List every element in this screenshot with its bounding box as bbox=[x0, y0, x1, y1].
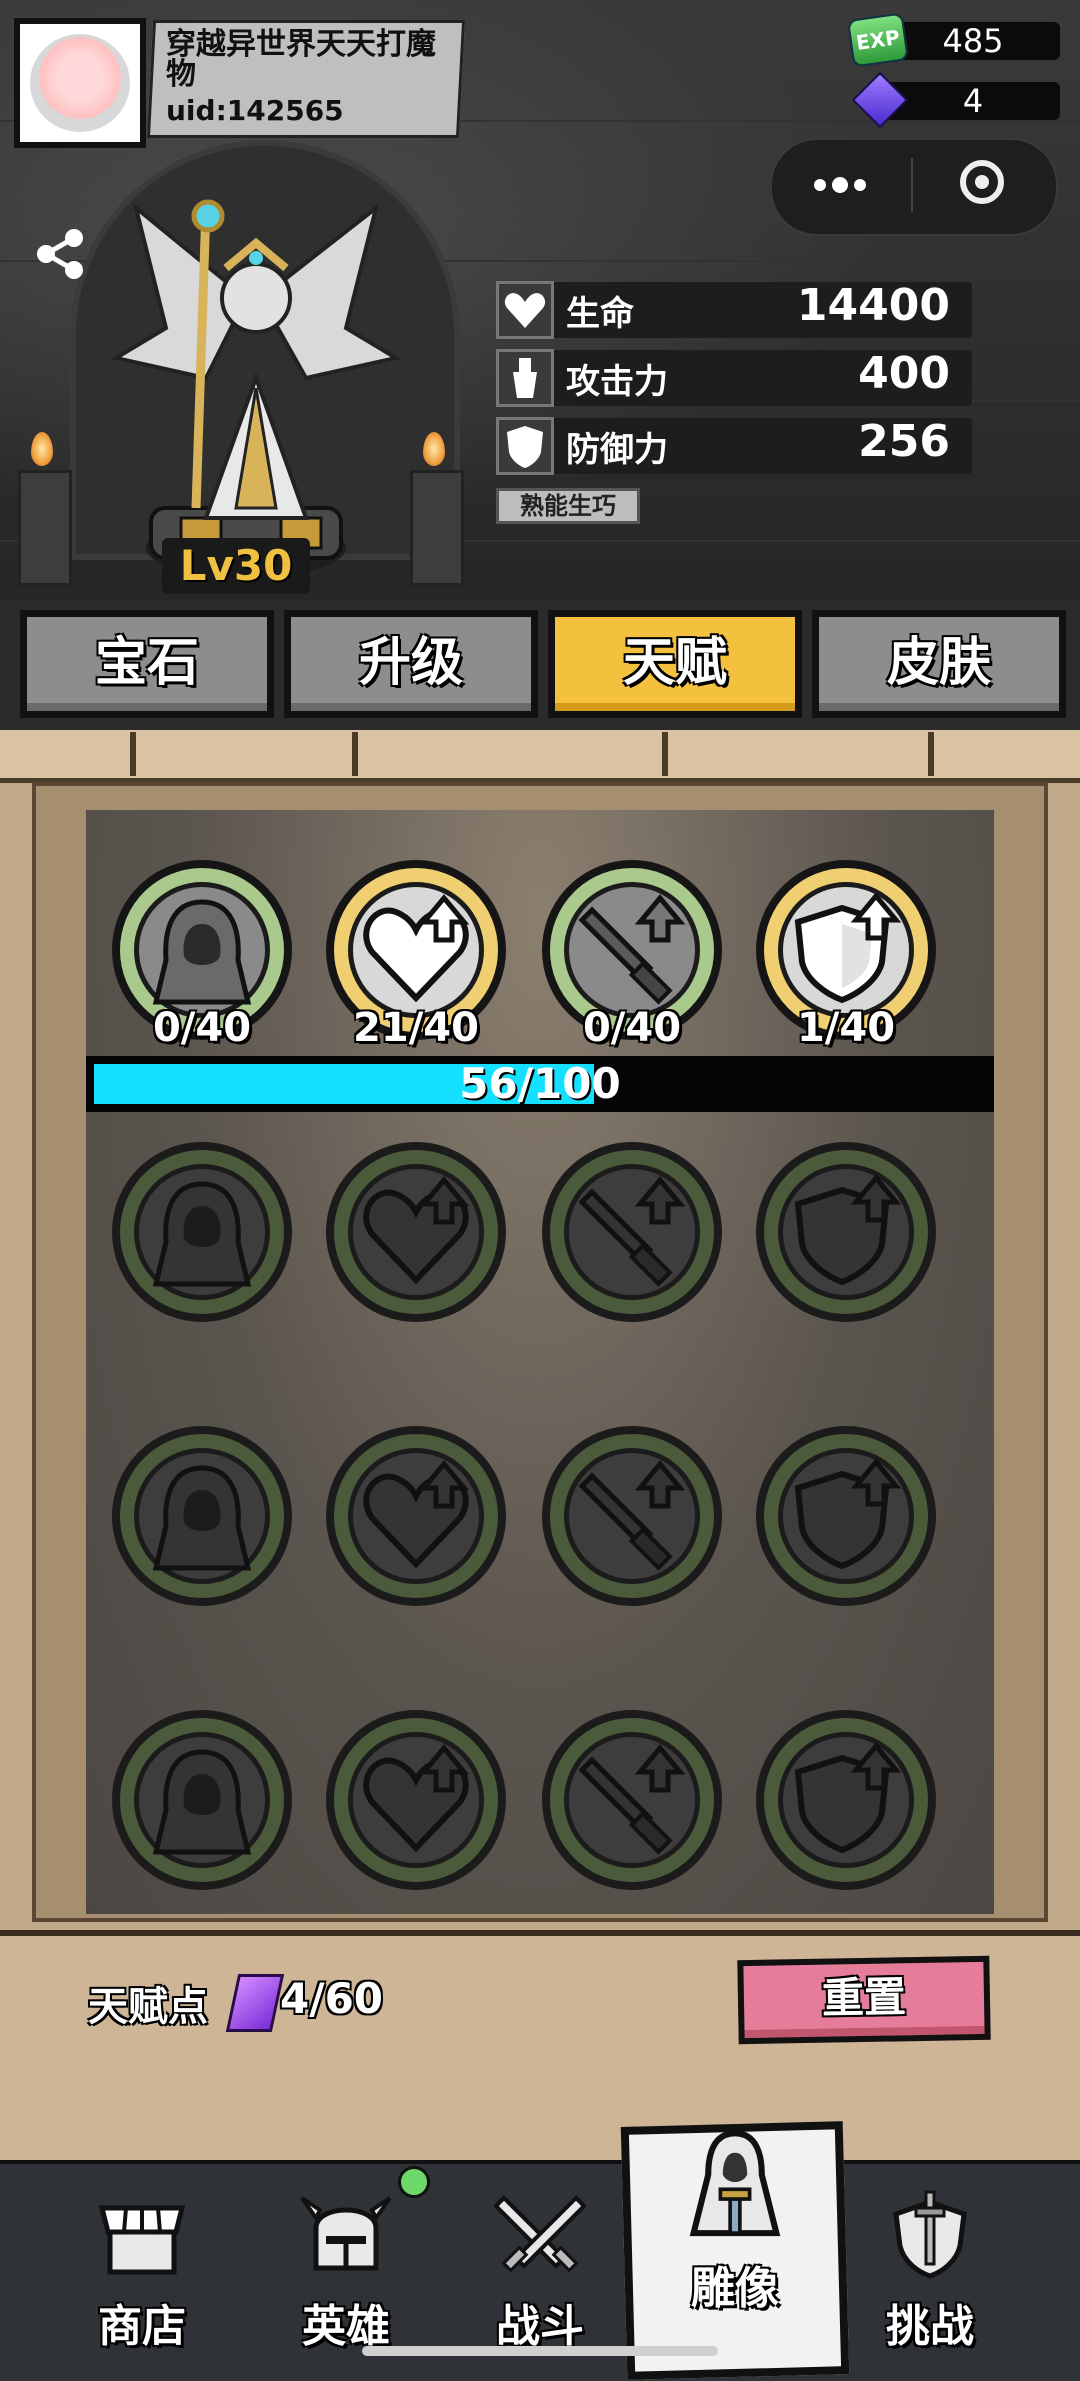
shield-up-icon bbox=[794, 1458, 902, 1570]
exp-value: 485 bbox=[942, 22, 1004, 60]
tab-skins[interactable]: 皮肤 bbox=[812, 610, 1066, 718]
hooded-figure-icon bbox=[152, 899, 252, 1005]
shield-sword-icon bbox=[893, 2190, 967, 2279]
player-avatar[interactable] bbox=[14, 18, 146, 148]
defense-label: 防御力 bbox=[566, 430, 668, 470]
helmet-icon bbox=[300, 2196, 392, 2271]
talent-node-locked[interactable] bbox=[112, 1142, 292, 1322]
miniprogram-capsule bbox=[770, 138, 1058, 236]
tab-upgrade[interactable]: 升级 bbox=[284, 610, 538, 718]
talent-node-locked[interactable] bbox=[542, 1710, 722, 1890]
left-flame-icon bbox=[31, 432, 53, 466]
talent-count: 21/40 bbox=[353, 1005, 479, 1051]
stone-ledge bbox=[0, 730, 1080, 783]
angel-statue bbox=[110, 199, 402, 578]
heart-up-icon bbox=[363, 1744, 470, 1853]
player-name: 穿越异世界天天打魔物 bbox=[166, 27, 436, 92]
talent-count: 1/40 bbox=[796, 1005, 896, 1051]
nav-label: 雕像 bbox=[691, 2263, 779, 2314]
talent-node-locked[interactable] bbox=[756, 1142, 936, 1322]
talent-node-locked[interactable] bbox=[542, 1142, 722, 1322]
nav-heroes[interactable]: 英雄 bbox=[256, 2170, 436, 2370]
skill-tag[interactable]: 熟能生巧 bbox=[496, 488, 640, 524]
attack-label: 攻击力 bbox=[566, 362, 668, 402]
left-torch-pillar bbox=[18, 470, 72, 586]
crossed-swords-icon bbox=[494, 2195, 586, 2273]
shop-icon bbox=[98, 2205, 186, 2275]
sword-up-icon bbox=[578, 1176, 686, 1287]
tab-talent[interactable]: 天赋 bbox=[548, 610, 802, 718]
talent-node-locked[interactable] bbox=[326, 1710, 506, 1890]
sword-up-icon bbox=[578, 894, 686, 1005]
talent-points-value: 4/60 bbox=[280, 1974, 384, 2023]
reset-button[interactable]: 重置 bbox=[737, 1955, 991, 2045]
hooded-figure-icon bbox=[152, 1465, 252, 1571]
tab-gems[interactable]: 宝石 bbox=[20, 610, 274, 718]
shield-up-icon bbox=[794, 1174, 902, 1286]
attack-value: 400 bbox=[858, 348, 950, 399]
talent-node-locked[interactable] bbox=[326, 1426, 506, 1606]
sheep-avatar-icon bbox=[30, 34, 130, 132]
talent-node-locked[interactable] bbox=[112, 1710, 292, 1890]
talent-points-label: 天赋点 bbox=[88, 1984, 208, 2030]
nav-challenge[interactable]: 挑战 bbox=[840, 2170, 1020, 2370]
talent-count: 0/40 bbox=[152, 1005, 252, 1051]
sword-up-icon bbox=[578, 1460, 686, 1571]
share-icon[interactable] bbox=[28, 222, 92, 286]
home-indicator bbox=[362, 2346, 718, 2356]
statue-level-badge: Lv30 bbox=[162, 538, 310, 594]
heart-icon bbox=[496, 281, 554, 339]
nav-shop[interactable]: 商店 bbox=[52, 2170, 232, 2370]
talent-node-locked[interactable] bbox=[326, 1142, 506, 1322]
talent-progress-text: 56/100 bbox=[459, 1059, 621, 1108]
heroes-notification-badge bbox=[398, 2166, 430, 2198]
statue-icon bbox=[689, 2130, 781, 2237]
nav-statue[interactable]: 雕像 bbox=[645, 2116, 825, 2316]
talent-count: 0/40 bbox=[582, 1005, 682, 1051]
hooded-figure-icon bbox=[152, 1749, 252, 1855]
heart-up-icon bbox=[363, 1460, 470, 1569]
close-miniprogram-icon[interactable] bbox=[960, 160, 1004, 204]
shield-up-icon bbox=[794, 892, 902, 1004]
nav-battle[interactable]: 战斗 bbox=[450, 2170, 630, 2370]
right-flame-icon bbox=[423, 432, 445, 466]
hooded-figure-icon bbox=[152, 1181, 252, 1287]
hp-label: 生命 bbox=[566, 294, 634, 334]
talent-node-locked[interactable] bbox=[756, 1710, 936, 1890]
sword-up-icon bbox=[578, 1744, 686, 1855]
nav-label: 英雄 bbox=[302, 2301, 390, 2352]
heart-up-icon bbox=[363, 894, 470, 1003]
heart-up-icon bbox=[363, 1176, 470, 1285]
defense-value: 256 bbox=[858, 416, 950, 467]
shield-icon bbox=[496, 417, 554, 475]
talent-node-locked[interactable] bbox=[542, 1426, 722, 1606]
nav-label: 挑战 bbox=[886, 2301, 974, 2352]
potion-icon bbox=[496, 349, 554, 407]
nav-label: 战斗 bbox=[496, 2301, 584, 2352]
talent-node-locked[interactable] bbox=[756, 1426, 936, 1606]
hp-value: 14400 bbox=[796, 280, 950, 331]
exp-icon: EXP bbox=[846, 12, 910, 68]
talent-node-locked[interactable] bbox=[112, 1426, 292, 1606]
gem-value: 4 bbox=[962, 82, 984, 120]
nav-label: 商店 bbox=[98, 2301, 186, 2352]
player-uid: uid:142565 bbox=[166, 94, 344, 127]
shield-up-icon bbox=[794, 1742, 902, 1854]
capsule-divider bbox=[911, 158, 913, 212]
